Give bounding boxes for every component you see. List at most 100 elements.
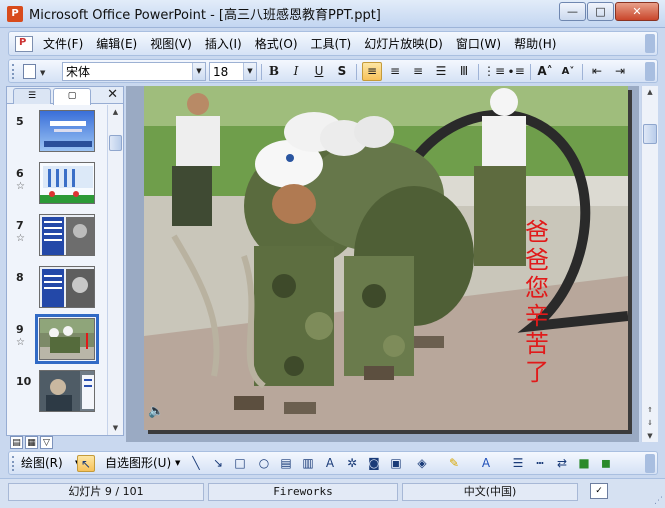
slide-preview[interactable] bbox=[39, 214, 95, 256]
chevron-down-icon[interactable]: ▼ bbox=[192, 63, 205, 80]
scroll-down-icon[interactable]: ▼ bbox=[108, 421, 123, 435]
new-document-icon[interactable] bbox=[23, 64, 36, 79]
bold-button[interactable]: B bbox=[264, 62, 284, 81]
close-icon[interactable]: ✕ bbox=[107, 87, 118, 103]
font-size-combo[interactable]: 18 ▼ bbox=[209, 62, 257, 81]
slide-number: 5 bbox=[16, 115, 24, 128]
decrease-indent-button[interactable]: ⇤ bbox=[587, 62, 607, 81]
current-slide[interactable]: 爸爸您辛苦了 🔈 bbox=[144, 86, 628, 430]
arrow-icon[interactable]: ↘ bbox=[209, 455, 227, 472]
shadow-button[interactable]: S bbox=[332, 62, 352, 81]
menu-view[interactable]: 视图(V) bbox=[150, 35, 192, 52]
menu-slideshow[interactable]: 幻灯片放映(D) bbox=[364, 35, 443, 52]
increase-font-button[interactable]: A˄ bbox=[535, 62, 555, 81]
spelling-check-icon[interactable]: ✓ bbox=[590, 483, 608, 499]
menu-window[interactable]: 窗口(W) bbox=[456, 35, 501, 52]
line-icon[interactable]: ╲ bbox=[187, 455, 205, 472]
document-icon[interactable] bbox=[15, 35, 33, 52]
textbox-icon[interactable]: ▤ bbox=[277, 455, 295, 472]
font-color-icon[interactable]: A bbox=[477, 455, 495, 472]
toolbar-grip[interactable] bbox=[12, 456, 15, 471]
3d-style-icon[interactable]: ◼ bbox=[597, 455, 615, 472]
shadow-style-icon[interactable]: ■ bbox=[575, 455, 593, 472]
italic-button[interactable]: I bbox=[286, 62, 306, 81]
chevron-down-icon[interactable]: ▼ bbox=[243, 63, 256, 80]
slide-thumbnail-10[interactable]: 10 bbox=[7, 365, 107, 417]
line-style-icon[interactable]: ☰ bbox=[509, 455, 527, 472]
slide-thumbnail-9[interactable]: 9 ☆ bbox=[7, 313, 107, 365]
menu-format[interactable]: 格式(O) bbox=[255, 35, 298, 52]
arrow-style-icon[interactable]: ⇄ bbox=[553, 455, 571, 472]
distribute-button[interactable]: Ⅲ bbox=[454, 62, 474, 81]
decrease-font-button[interactable]: A˅ bbox=[558, 62, 578, 81]
dash-style-icon[interactable]: ┅ bbox=[531, 455, 549, 472]
normal-view-icon[interactable]: ▤ bbox=[10, 436, 23, 449]
slide-thumbnail-5[interactable]: 5 bbox=[7, 105, 107, 157]
menu-help[interactable]: 帮助(H) bbox=[514, 35, 556, 52]
chevron-down-icon[interactable]: ▼ bbox=[175, 455, 180, 472]
justify-button[interactable]: ☰ bbox=[431, 62, 451, 81]
scroll-down-icon[interactable]: ▼ bbox=[642, 430, 658, 442]
toolbar-grip[interactable] bbox=[12, 64, 15, 79]
tab-outline[interactable]: ☰ bbox=[13, 88, 51, 104]
slide-caption[interactable]: 爸爸您辛苦了 bbox=[522, 218, 552, 386]
scroll-thumb[interactable] bbox=[109, 135, 122, 151]
scroll-up-icon[interactable]: ▲ bbox=[108, 105, 123, 119]
rectangle-icon[interactable]: □ bbox=[231, 455, 249, 472]
resize-grip-icon[interactable]: ⋰ bbox=[654, 496, 663, 506]
increase-indent-button[interactable]: ⇥ bbox=[610, 62, 630, 81]
select-pointer-icon[interactable]: ↖ bbox=[77, 455, 95, 472]
clipart-icon[interactable]: ◙ bbox=[365, 455, 383, 472]
line-color-icon[interactable]: ✎ bbox=[445, 455, 463, 472]
slideshow-view-icon[interactable]: ▽ bbox=[40, 436, 53, 449]
scroll-thumb[interactable] bbox=[643, 124, 657, 144]
previous-slide-icon[interactable]: ⇑ bbox=[642, 404, 658, 416]
slide-preview[interactable] bbox=[39, 162, 95, 204]
autoshapes-button[interactable]: 自选图形(U) bbox=[105, 455, 171, 472]
align-left-button[interactable]: ≡ bbox=[362, 62, 382, 81]
close-button[interactable]: ✕ bbox=[615, 2, 659, 21]
slides-pane-scrollbar[interactable]: ▲ ▼ bbox=[107, 105, 123, 435]
slide-thumbnail-7[interactable]: 7 ☆ bbox=[7, 209, 107, 261]
toolbar-overflow-handle[interactable] bbox=[645, 454, 655, 473]
slide-sorter-view-icon[interactable]: ▦ bbox=[25, 436, 38, 449]
menu-insert[interactable]: 插入(I) bbox=[205, 35, 242, 52]
underline-button[interactable]: U bbox=[309, 62, 329, 81]
font-name-combo[interactable]: 宋体 ▼ bbox=[62, 62, 206, 81]
fill-color-icon[interactable]: ◈ bbox=[413, 455, 431, 472]
slide-thumbnail-6[interactable]: 6 ☆ bbox=[7, 157, 107, 209]
menu-tools[interactable]: 工具(T) bbox=[311, 35, 352, 52]
drawing-toolbar: 绘图(R) ▼ ↖ 自选图形(U) ▼ ╲ ↘ □ ○ ▤ ▥ A ✲ ◙ ▣ … bbox=[8, 451, 658, 475]
font-name-value: 宋体 bbox=[66, 65, 91, 79]
tab-slides[interactable]: ▢ bbox=[53, 88, 91, 105]
menu-file[interactable]: 文件(F) bbox=[43, 35, 83, 52]
slide-preview[interactable] bbox=[39, 110, 95, 152]
bullets-button[interactable]: ∙≡ bbox=[506, 62, 526, 81]
slide-preview[interactable] bbox=[35, 314, 99, 364]
draw-menu-button[interactable]: 绘图(R) bbox=[21, 455, 63, 472]
next-slide-icon[interactable]: ⇓ bbox=[642, 417, 658, 429]
sound-icon[interactable]: 🔈 bbox=[148, 404, 164, 419]
slide-thumbnail-8[interactable]: 8 bbox=[7, 261, 107, 313]
picture-icon[interactable]: ▣ bbox=[387, 455, 405, 472]
slide-number: 6 bbox=[16, 167, 24, 180]
menu-edit[interactable]: 编辑(E) bbox=[96, 35, 137, 52]
slide-preview[interactable] bbox=[39, 266, 95, 308]
minimize-button[interactable]: — bbox=[559, 2, 586, 21]
diagram-icon[interactable]: ✲ bbox=[343, 455, 361, 472]
wordart-icon[interactable]: A bbox=[321, 455, 339, 472]
maximize-button[interactable]: □ bbox=[587, 2, 614, 21]
scroll-up-icon[interactable]: ▲ bbox=[642, 86, 658, 98]
toolbar-options-icon[interactable]: ▼ bbox=[40, 69, 45, 77]
powerpoint-app-icon[interactable]: P bbox=[7, 5, 23, 22]
oval-icon[interactable]: ○ bbox=[255, 455, 273, 472]
toolbar-overflow-handle[interactable] bbox=[645, 62, 655, 81]
menu-overflow-handle[interactable] bbox=[645, 34, 655, 53]
align-center-button[interactable]: ≡ bbox=[385, 62, 405, 81]
vertical-textbox-icon[interactable]: ▥ bbox=[299, 455, 317, 472]
editing-area-scrollbar[interactable]: ▲ ⇑ ⇓ ▼ bbox=[641, 86, 658, 442]
numbering-button[interactable]: ⋮≡ bbox=[483, 62, 505, 81]
align-right-button[interactable]: ≡ bbox=[408, 62, 428, 81]
toolbar-separator bbox=[530, 64, 531, 80]
slide-preview[interactable] bbox=[39, 370, 95, 412]
